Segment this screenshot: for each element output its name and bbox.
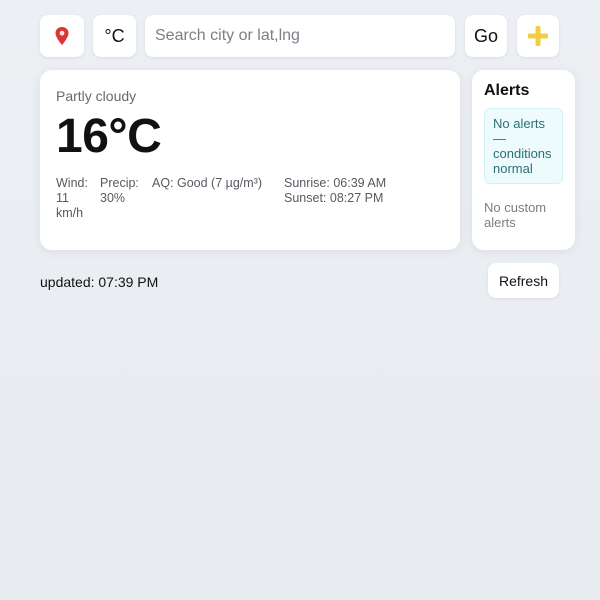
location-pin-icon — [55, 27, 69, 45]
custom-alerts-text: No custom alerts — [484, 200, 547, 230]
air-quality-detail: AQ: Good (7 µg/m³) — [152, 176, 277, 191]
wind-value: 11 km/h — [56, 191, 84, 220]
location-button[interactable] — [40, 15, 84, 57]
sunrise-value: Sunrise: 06:39 AM — [284, 176, 387, 190]
wind-detail: Wind: 11 km/h — [56, 176, 92, 221]
alerts-title: Alerts — [484, 82, 530, 99]
alerts-card: Alerts No alerts — conditions normal No … — [472, 70, 575, 250]
refresh-button[interactable]: Refresh — [488, 263, 559, 298]
precip-value: 30% — [100, 191, 126, 205]
precip-label: Precip: — [100, 176, 139, 190]
alerts-status-box: No alerts — conditions normal — [484, 108, 563, 184]
updated-timestamp: updated: 07:39 PM — [40, 274, 159, 290]
precip-detail: Precip: 30% — [100, 176, 148, 206]
search-input[interactable] — [145, 15, 455, 57]
add-location-button[interactable] — [517, 15, 559, 57]
current-weather-card: Partly cloudy 16°C Wind: 11 km/h Precip:… — [40, 70, 460, 250]
wind-label: Wind: — [56, 176, 88, 190]
sunset-value: Sunset: 08:27 PM — [284, 191, 384, 205]
unit-toggle-button[interactable]: °C — [93, 15, 136, 57]
weather-condition: Partly cloudy — [56, 88, 137, 104]
search-container — [145, 15, 455, 57]
temperature-value: 16°C — [56, 110, 162, 163]
sun-times-detail: Sunrise: 06:39 AM Sunset: 08:27 PM — [284, 176, 454, 206]
go-button[interactable]: Go — [465, 15, 507, 57]
plus-icon — [528, 26, 548, 46]
air-quality-value: AQ: Good (7 µg/m³) — [152, 176, 263, 190]
